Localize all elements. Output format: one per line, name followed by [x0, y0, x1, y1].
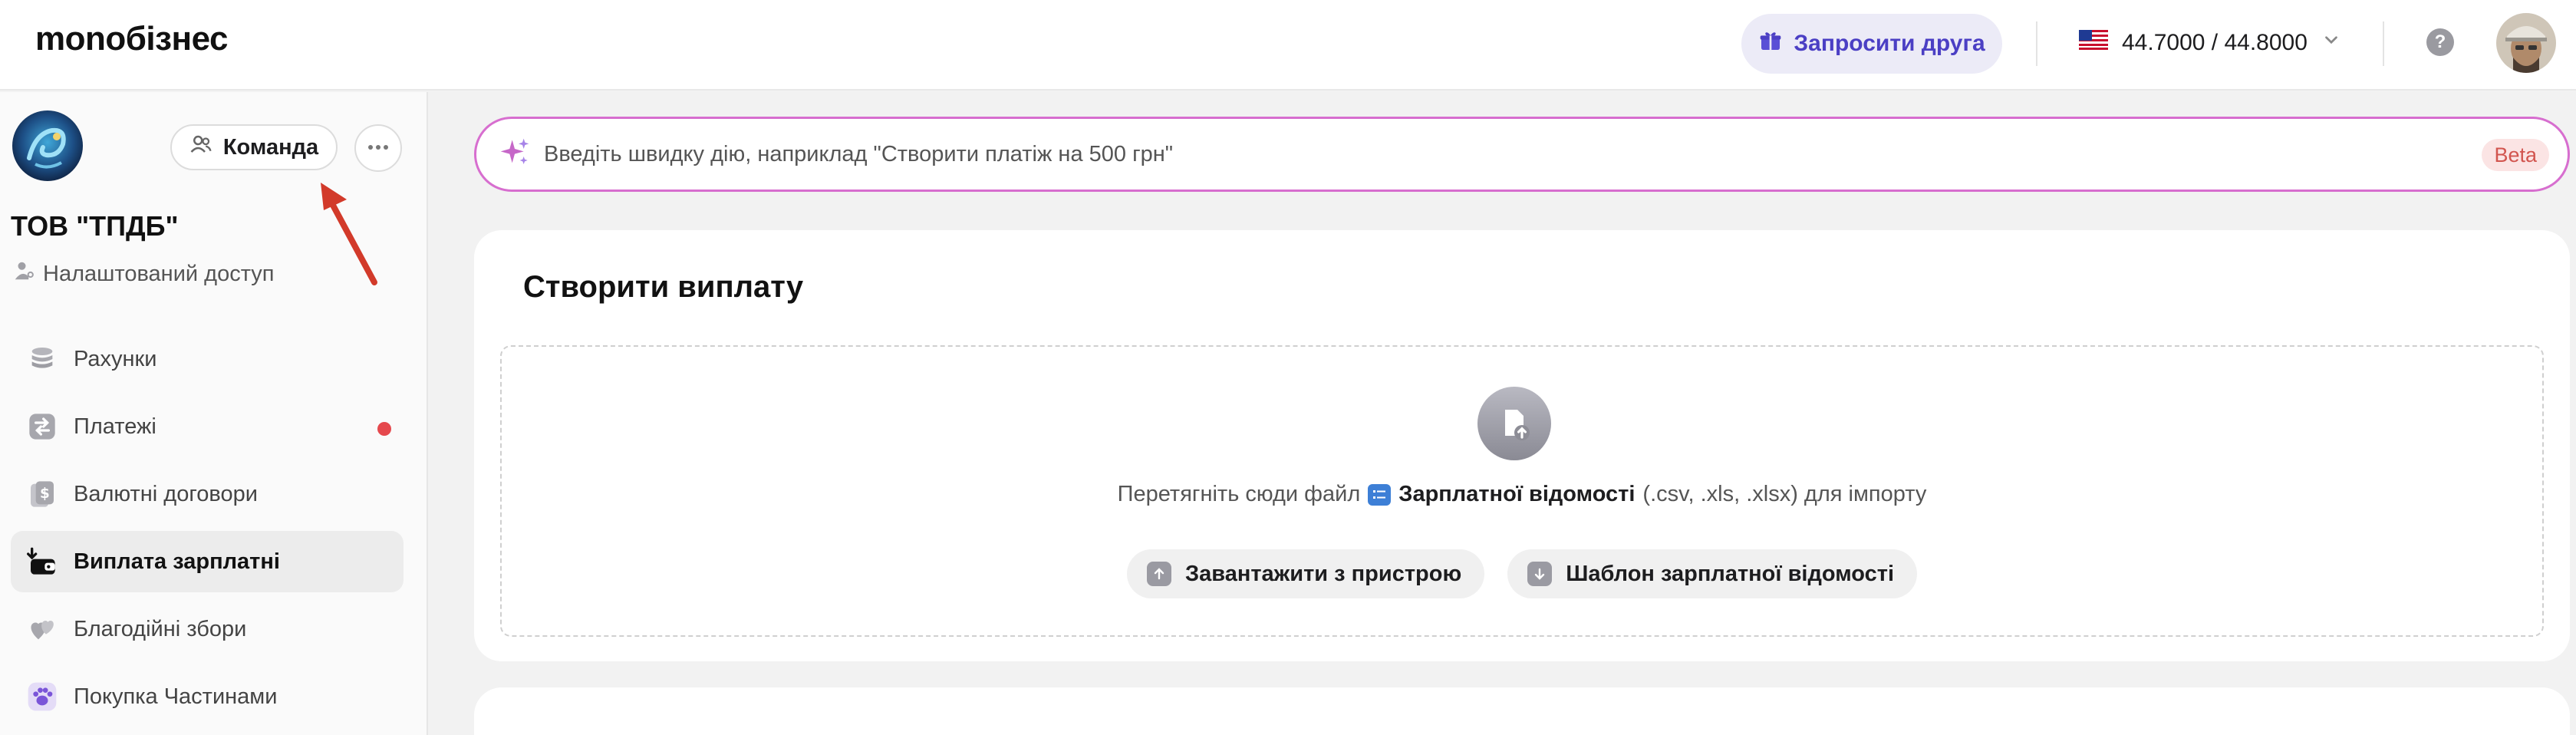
sidebar-item-payments[interactable]: Платежі	[11, 396, 404, 457]
svg-text:$: $	[40, 486, 50, 502]
quick-action-input[interactable]: Введіть швидку дію, наприклад "Створити …	[474, 117, 2570, 192]
chevron-down-icon	[2321, 30, 2341, 56]
upload-icon	[1146, 562, 1171, 586]
secondary-card	[474, 687, 2570, 735]
access-settings-link[interactable]: Налаштований доступ	[12, 259, 275, 288]
file-dropzone[interactable]: Перетягніть сюди файл Зарплатної відомос…	[500, 345, 2544, 637]
drop-instructions: Перетягніть сюди файл Зарплатної відомос…	[502, 482, 2542, 507]
user-key-icon	[12, 259, 35, 288]
upload-from-device-button[interactable]: Завантажити з пристрою	[1126, 549, 1485, 598]
invite-friend-label: Запросити друга	[1794, 31, 1985, 56]
header-divider	[2383, 21, 2384, 66]
paw-icon	[26, 681, 58, 713]
invite-friend-button[interactable]: Запросити друга	[1741, 14, 2002, 74]
list-icon	[1368, 483, 1392, 506]
people-icon	[189, 133, 212, 162]
sidebar-item-label: Покупка Частинами	[74, 684, 278, 709]
access-label: Налаштований доступ	[43, 261, 275, 286]
notification-dot	[377, 422, 391, 436]
template-button-label: Шаблон зарплатної відомості	[1566, 561, 1895, 586]
wallet-download-icon	[26, 545, 58, 578]
salary-template-button[interactable]: Шаблон зарплатної відомості	[1507, 549, 1918, 598]
beta-badge: Beta	[2482, 139, 2549, 171]
sidebar-item-label: Рахунки	[74, 346, 157, 371]
sidebar-item-currency-contracts[interactable]: $ Валютні договори	[11, 463, 404, 525]
stack-coins-icon	[26, 343, 58, 375]
top-header: monoбізнес Запросити друга 44.7000 / 44.…	[0, 0, 2576, 91]
sidebar-item-label: Благодійні збори	[74, 616, 247, 641]
sidebar-item-charity[interactable]: Благодійні збори	[11, 598, 404, 660]
user-avatar[interactable]	[2496, 13, 2556, 73]
dropzone-actions: Завантажити з пристрою Шаблон зарплатної…	[502, 549, 2542, 598]
us-flag-icon	[2079, 30, 2108, 56]
dollar-document-icon: $	[26, 478, 58, 510]
sidebar-item-installments[interactable]: Покупка Частинами	[11, 666, 404, 727]
sparkles-icon	[499, 137, 530, 172]
transfer-arrows-icon	[26, 410, 58, 443]
gift-icon	[1758, 28, 1783, 59]
more-options-button[interactable]	[354, 124, 402, 172]
monobusiness-logo[interactable]: monoбізнес	[35, 20, 228, 58]
help-icon[interactable]: ?	[2426, 28, 2454, 56]
hearts-icon	[26, 613, 58, 645]
sidebar-item-label: Виплата зарплатні	[74, 549, 280, 574]
sidebar-item-salary-payout[interactable]: Виплата зарплатні	[11, 531, 404, 592]
sidebar-nav: Рахунки Платежі $ Валютні договори Випла…	[11, 328, 404, 733]
upload-button-label: Завантажити з пристрою	[1184, 561, 1462, 586]
file-upload-icon	[1477, 387, 1551, 460]
sidebar: Команда ТОВ "ТПДБ" Налаштований доступ Р…	[0, 92, 428, 735]
quick-action-placeholder: Введіть швидку дію, наприклад "Створити …	[544, 141, 1174, 166]
drop-prefix: Перетягніть сюди файл	[1117, 482, 1361, 506]
sidebar-item-label: Валютні договори	[74, 481, 258, 506]
sidebar-item-label: Платежі	[74, 414, 156, 439]
currency-rate-value: 44.7000 / 44.8000	[2122, 30, 2308, 55]
currency-rate-selector[interactable]: 44.7000 / 44.8000	[2079, 23, 2341, 63]
sidebar-item-accounts[interactable]: Рахунки	[11, 328, 404, 390]
create-payout-card: Створити виплату Перетягніть сюди файл З…	[474, 230, 2570, 661]
salary-sheet-link[interactable]: Зарплатної відомості	[1398, 482, 1635, 507]
download-icon	[1527, 562, 1553, 586]
company-name: ТОВ "ТПДБ"	[11, 210, 179, 242]
team-button[interactable]: Команда	[170, 124, 338, 170]
create-payout-title: Створити виплату	[523, 270, 804, 304]
company-avatar[interactable]	[12, 110, 83, 181]
header-divider	[2036, 21, 2037, 66]
team-button-label: Команда	[222, 134, 319, 160]
ellipsis-icon	[367, 141, 390, 155]
drop-suffix: (.csv, .xls, .xlsx) для імпорту	[1642, 482, 1927, 506]
